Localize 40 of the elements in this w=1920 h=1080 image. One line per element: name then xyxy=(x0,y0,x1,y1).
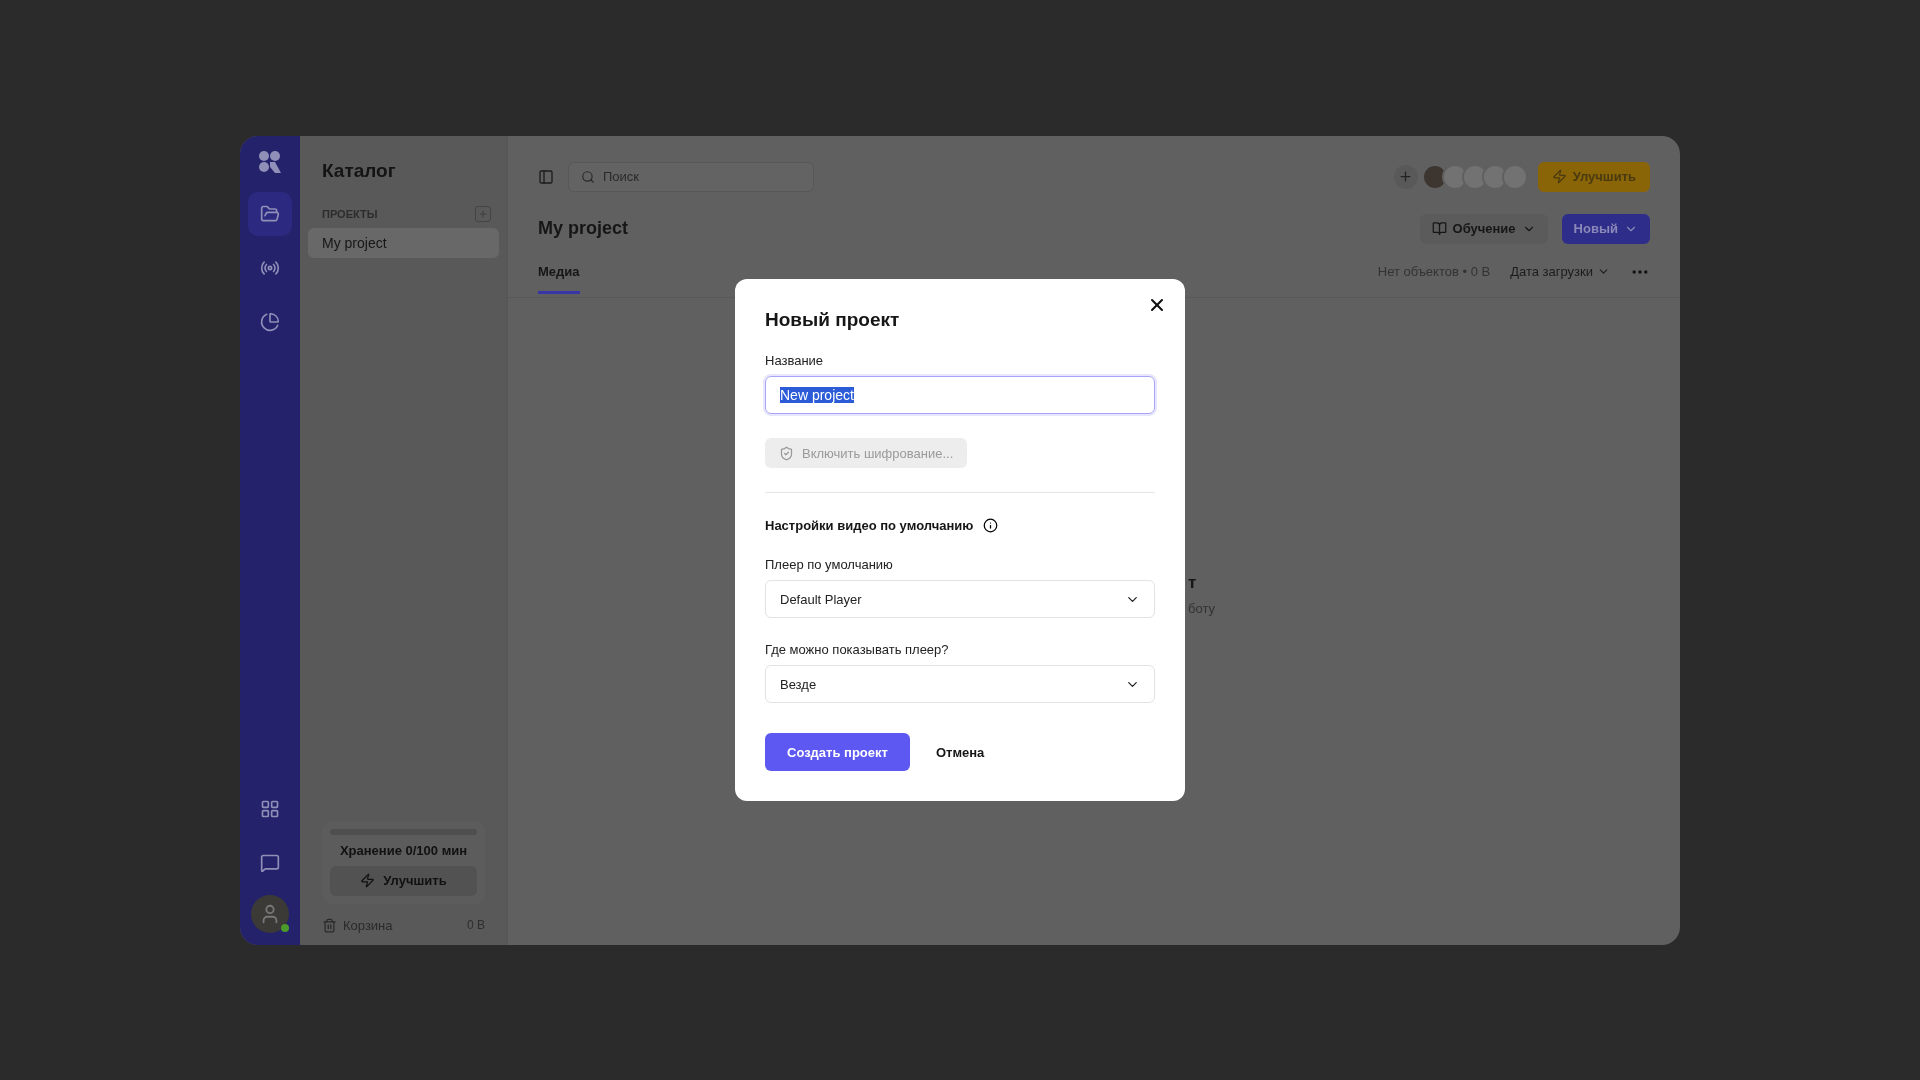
section-title: Настройки видео по умолчанию xyxy=(765,518,974,533)
trash-icon xyxy=(322,917,337,933)
sidebar-title: Каталог xyxy=(321,158,397,183)
tab[interactable]: Медиа xyxy=(538,264,580,294)
lightning-icon xyxy=(360,873,376,888)
empty-state-title: т xyxy=(1188,572,1198,593)
info-icon[interactable] xyxy=(983,518,999,533)
field-label: Плеер по умолчанию xyxy=(765,557,894,572)
logo-icon xyxy=(258,149,282,174)
input-field[interactable]: New project xyxy=(765,376,1155,414)
sidebar-toggle-icon[interactable] xyxy=(538,168,554,185)
book-icon xyxy=(1431,221,1447,236)
chat-icon xyxy=(260,852,280,873)
learn-button[interactable]: Обучение xyxy=(1419,213,1548,244)
dialog-title: Новый проект xyxy=(765,309,901,331)
lightning-icon xyxy=(1551,169,1567,184)
sort-dropdown[interactable]: Дата загрузки xyxy=(1510,264,1610,294)
project-item[interactable]: My project xyxy=(308,227,499,258)
cancel-button[interactable]: Отмена xyxy=(931,740,989,764)
select-field[interactable]: Default Player xyxy=(765,580,1155,618)
field-label: Название xyxy=(765,353,825,368)
search-field[interactable]: Поиск xyxy=(568,161,814,192)
user-avatar[interactable] xyxy=(251,894,289,933)
storage-label: Хранение 0/100 мин xyxy=(338,842,469,858)
new-button[interactable]: Новый xyxy=(1561,213,1650,244)
upgrade-button[interactable]: Улучшить xyxy=(1537,161,1650,192)
plus-icon xyxy=(1398,169,1414,184)
nav-button[interactable] xyxy=(248,191,292,236)
encryption-button[interactable]: Включить шифрование... xyxy=(765,438,968,468)
upgrade-button[interactable]: Улучшить xyxy=(330,865,477,896)
search-icon xyxy=(581,169,595,184)
select-field[interactable]: Везде xyxy=(765,665,1155,703)
field-label: Где можно показывать плеер? xyxy=(765,642,950,657)
create-button[interactable]: Создать проект xyxy=(765,733,910,771)
folder-icon xyxy=(260,203,280,224)
add-button[interactable] xyxy=(1393,164,1418,189)
pie-chart-icon xyxy=(260,311,280,332)
shield-icon xyxy=(779,445,794,461)
page-title: My project xyxy=(538,218,629,239)
apps-grid-icon xyxy=(260,798,280,819)
